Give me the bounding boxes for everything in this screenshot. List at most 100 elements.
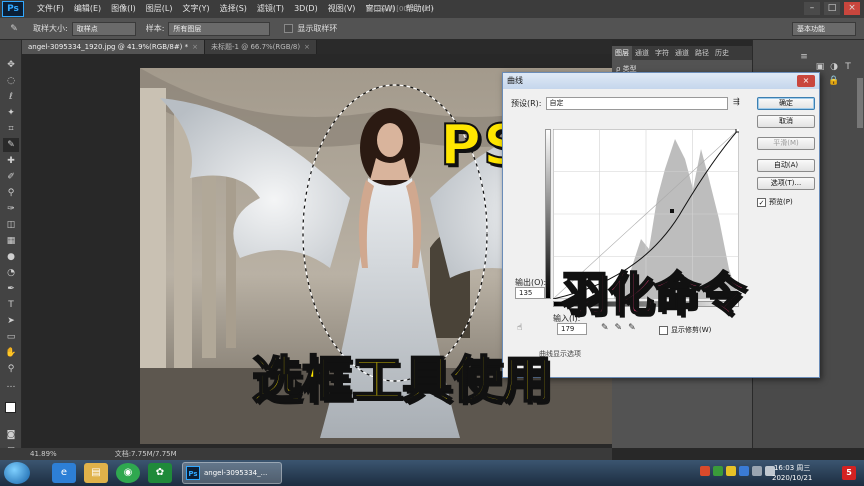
volume-icon[interactable] xyxy=(752,466,762,476)
gradient-tool-icon[interactable]: ▦ xyxy=(3,234,19,248)
more-tools-icon[interactable]: … xyxy=(3,378,19,392)
tray-icon-2[interactable] xyxy=(713,466,723,476)
tab-channels-2[interactable]: 通道 xyxy=(672,46,692,60)
tools-panel: ✥ ◌ ℓ ✦ ⌗ ✎ ✚ ✐ ⚲ ✑ ◫ ▦ ● ◔ ✒ T ➤ ▭ ✋ ⚲ … xyxy=(0,40,22,460)
menu-select[interactable]: 选择(S) xyxy=(215,0,252,18)
panel-scrollbar[interactable] xyxy=(857,78,863,128)
sample-select[interactable]: 所有图层 xyxy=(168,21,271,36)
blur-tool-icon[interactable]: ● xyxy=(3,250,19,264)
close-window-button[interactable]: × xyxy=(844,2,860,15)
clock-date: 2020/10/21 xyxy=(772,474,813,482)
notification-badge[interactable]: 5 xyxy=(842,466,856,480)
hand-tool-icon[interactable]: ✋ xyxy=(3,346,19,360)
maximize-button[interactable]: □ xyxy=(824,2,840,15)
foreground-color-swatch[interactable] xyxy=(5,402,16,413)
tab-layers[interactable]: 图层 xyxy=(612,46,632,60)
brush-tool-icon[interactable]: ✐ xyxy=(3,170,19,184)
output-field[interactable]: 135 xyxy=(515,287,545,299)
menu-3d[interactable]: 3D(D) xyxy=(289,0,323,18)
auto-button[interactable]: 自动(A) xyxy=(757,159,815,172)
taskbar-photoshop-window[interactable]: Ps angel-3095334_... xyxy=(182,462,282,484)
path-select-icon[interactable]: ➤ xyxy=(3,314,19,328)
workspace-select[interactable]: 基本功能 xyxy=(792,22,856,36)
dodge-tool-icon[interactable]: ◔ xyxy=(3,266,19,280)
preset-menu-icon[interactable]: ⇶ xyxy=(733,97,740,106)
preset-label: 预设(R): xyxy=(511,99,542,108)
tab-history[interactable]: 历史 xyxy=(712,46,732,60)
browser-icon[interactable]: ◉ xyxy=(116,463,140,483)
cancel-button[interactable]: 取消 xyxy=(757,115,815,128)
quick-mask-icon[interactable]: ◙ xyxy=(3,428,19,442)
tray-icon-3[interactable] xyxy=(726,466,736,476)
smooth-button[interactable]: 平滑(M) xyxy=(757,137,815,150)
preview-checkbox[interactable]: ✓ xyxy=(757,197,766,207)
ok-button[interactable]: 确定 xyxy=(757,97,815,110)
tab-channels[interactable]: 通道 xyxy=(632,46,652,60)
options-button[interactable]: 选项(T)... xyxy=(757,177,815,190)
show-clipping-checkbox[interactable] xyxy=(659,325,668,335)
tray-icon-4[interactable] xyxy=(739,466,749,476)
photoshop-logo: Ps xyxy=(2,1,24,17)
menu-image[interactable]: 图像(I) xyxy=(106,0,141,18)
crop-tool-icon[interactable]: ⌗ xyxy=(3,122,19,136)
eyedropper-icon[interactable]: ✎ xyxy=(6,22,22,36)
caption-marquee-tool: 选框工具使用 xyxy=(251,350,553,410)
pen-tool-icon[interactable]: ✒ xyxy=(3,282,19,296)
ie-icon[interactable]: e xyxy=(52,463,76,483)
move-tool-icon[interactable]: ✥ xyxy=(3,58,19,72)
menu-type[interactable]: 文字(Y) xyxy=(177,0,214,18)
eyedropper-group: ✎ ✎ ✎ xyxy=(601,323,636,333)
menu-bar: Ps 文件(F) 编辑(E) 图像(I) 图层(L) 文字(Y) 选择(S) 滤… xyxy=(0,0,864,18)
history-brush-icon[interactable]: ✑ xyxy=(3,202,19,216)
close-tab-icon[interactable]: × xyxy=(192,43,198,51)
filter-type-icon[interactable]: T xyxy=(841,62,855,74)
preset-select[interactable]: 自定 xyxy=(545,97,728,110)
tab-paths[interactable]: 路径 xyxy=(692,46,712,60)
tab-character[interactable]: 字符 xyxy=(652,46,672,60)
lock-icon[interactable]: 🔒 xyxy=(827,76,841,88)
black-eyedropper-icon[interactable]: ✎ xyxy=(601,323,609,333)
preview-label: 预览(P) xyxy=(769,198,793,206)
eyedropper-tool-icon[interactable]: ✎ xyxy=(3,138,19,152)
close-dialog-button[interactable]: × xyxy=(797,75,815,87)
healing-brush-icon[interactable]: ✚ xyxy=(3,154,19,168)
input-field[interactable]: 179 xyxy=(557,323,587,335)
menu-view[interactable]: 视图(V) xyxy=(323,0,361,18)
menu-edit[interactable]: 编辑(E) xyxy=(69,0,106,18)
quick-select-tool-icon[interactable]: ✦ xyxy=(3,106,19,120)
eraser-tool-icon[interactable]: ◫ xyxy=(3,218,19,232)
menu-file[interactable]: 文件(F) xyxy=(32,0,69,18)
tray-icon-1[interactable] xyxy=(700,466,710,476)
panel-menu-icon[interactable]: ≡ xyxy=(797,52,811,64)
on-image-adjust-icon[interactable]: ☝ xyxy=(517,323,522,333)
show-clipping-row: 显示修剪(W) xyxy=(659,325,711,335)
system-tray xyxy=(700,466,775,476)
type-tool-icon[interactable]: T xyxy=(3,298,19,312)
show-ring-checkbox[interactable] xyxy=(284,24,294,33)
clone-stamp-icon[interactable]: ⚲ xyxy=(3,186,19,200)
app-icon[interactable]: ✿ xyxy=(148,463,172,483)
start-button[interactable] xyxy=(4,462,30,484)
tab-untitled-document[interactable]: 未标题-1 @ 66.7%(RGB/8) × xyxy=(205,40,317,54)
tab-label: angel-3095334_1920.jpg @ 41.9%(RGB/8#) * xyxy=(28,43,189,51)
show-ring-label: 显示取样环 xyxy=(297,24,338,33)
taskbar-clock[interactable]: 16:03 周三 2020/10/21 xyxy=(772,463,812,483)
zoom-tool-icon[interactable]: ⚲ xyxy=(3,362,19,376)
gray-eyedropper-icon[interactable]: ✎ xyxy=(615,323,623,333)
close-tab-icon[interactable]: × xyxy=(304,43,310,51)
marquee-tool-icon[interactable]: ◌ xyxy=(3,74,19,88)
filter-adjust-icon[interactable]: ◑ xyxy=(827,62,841,74)
tab-label: 未标题-1 @ 66.7%(RGB/8) xyxy=(211,43,301,51)
minimize-button[interactable]: – xyxy=(804,2,820,15)
tab-angel-document[interactable]: angel-3095334_1920.jpg @ 41.9%(RGB/8#) *… xyxy=(22,40,206,54)
zoom-level[interactable]: 41.89% xyxy=(30,450,57,458)
document-tab-bar: angel-3095334_1920.jpg @ 41.9%(RGB/8#) *… xyxy=(22,40,612,54)
sample-size-select[interactable]: 取样点 xyxy=(71,21,136,36)
white-eyedropper-icon[interactable]: ✎ xyxy=(628,323,636,333)
status-bar: 41.89% 文档:7.75M/7.75M xyxy=(0,448,612,460)
menu-filter[interactable]: 滤镜(T) xyxy=(252,0,289,18)
menu-layer[interactable]: 图层(L) xyxy=(141,0,178,18)
folder-icon[interactable]: ▤ xyxy=(84,463,108,483)
lasso-tool-icon[interactable]: ℓ xyxy=(3,90,19,104)
shape-tool-icon[interactable]: ▭ xyxy=(3,330,19,344)
